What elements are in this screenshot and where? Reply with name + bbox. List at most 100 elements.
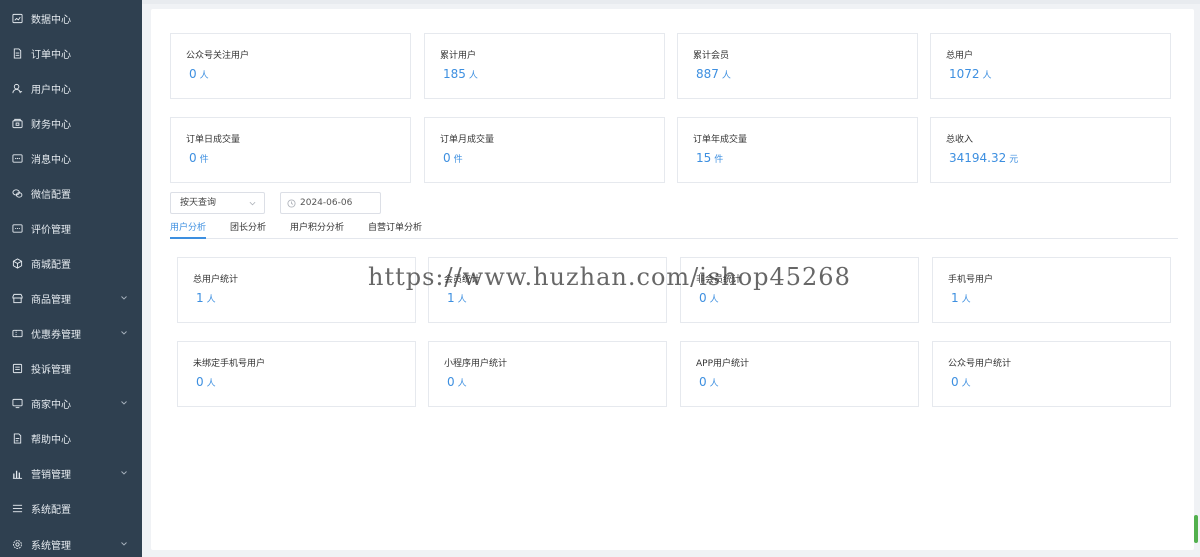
sidebar-item-label: 商品管理 [31,295,71,306]
stat-label: APP用户统计 [696,359,750,369]
sidebar-item-label: 财务中心 [31,120,71,131]
clock-icon [287,199,296,208]
stat-label: 公众号用户统计 [948,359,1012,369]
stat-value: 1人 [447,291,467,305]
sidebar-item-message-center[interactable]: 消息中心 [0,141,142,176]
stat-label: 订单月成交量 [440,135,495,145]
user-icon [12,83,23,94]
sidebar-item-finance-center[interactable]: 财务中心 [0,106,142,141]
sidebar-item-label: 投诉管理 [31,365,71,376]
date-value: 2024-06-06 [300,198,353,208]
top-strip [142,0,1200,4]
stat-card-total-user-stats: 总用户统计 1人 [177,257,416,323]
stat-value: 0人 [951,375,971,389]
wechat-icon [12,188,23,199]
stat-card-total-users-cumulative: 累计用户 185 人 [424,33,665,99]
complaint-icon [12,363,23,374]
tab-leader-analysis[interactable]: 团长分析 [230,220,266,239]
document-icon [12,48,23,59]
stat-value: 0人 [189,67,209,81]
help-doc-icon [12,433,23,444]
stat-label: 手机号用户 [948,275,994,285]
stat-label: 订单日成交量 [186,135,241,145]
stat-label: 非会员统计 [696,275,742,285]
sidebar-item-mall-config[interactable]: 商城配置 [0,246,142,281]
query-mode-select[interactable]: 按天查询 [170,192,265,214]
sidebar-item-system-manage[interactable]: 系统管理 [0,527,142,557]
sidebar-item-marketing-manage[interactable]: 营销管理 [0,456,142,491]
screen-icon [12,398,23,409]
sidebar-item-system-config[interactable]: 系统配置 [0,491,142,526]
sidebar-item-label: 优惠券管理 [31,330,81,341]
stat-value: 1人 [196,291,216,305]
stat-label: 小程序用户统计 [444,359,508,369]
sidebar-item-label: 微信配置 [31,190,71,201]
stat-value: 15 件 [696,151,724,165]
tab-self-order-analysis[interactable]: 自营订单分析 [368,220,422,239]
sidebar-item-order-center[interactable]: 订单中心 [0,36,142,71]
comment-icon [12,223,23,234]
sidebar-item-label: 系统配置 [31,505,71,516]
stat-card-non-member-stats: 非会员统计 0人 [680,257,919,323]
stat-card-miniapp-users: 小程序用户统计 0人 [428,341,667,407]
menu-lines-icon [12,503,23,514]
bar-chart-icon [12,468,23,479]
settings-icon [12,539,23,550]
stat-value: 0件 [443,151,463,165]
stat-value: 34194.32 元 [949,151,1019,165]
stat-label: 总用户 [946,51,974,61]
stat-label: 总收入 [946,135,974,145]
tab-points-analysis[interactable]: 用户积分分析 [290,220,344,239]
stat-card-yearly-orders: 订单年成交量 15 件 [677,117,918,183]
sidebar-item-label: 系统管理 [31,541,71,552]
sidebar-item-review-manage[interactable]: 评价管理 [0,211,142,246]
stat-value: 0件 [189,151,209,165]
monitor-chart-icon [12,13,23,24]
stat-label: 订单年成交量 [693,135,748,145]
stat-card-total-income: 总收入 34194.32 元 [930,117,1171,183]
sidebar-item-complaint-manage[interactable]: 投诉管理 [0,351,142,386]
sidebar-item-label: 用户中心 [31,85,71,96]
stat-value: 0人 [196,375,216,389]
scrollbar-thumb[interactable] [1194,515,1198,543]
date-picker[interactable]: 2024-06-06 [280,192,381,214]
stat-card-official-account-users: 公众号用户统计 0人 [932,341,1171,407]
sidebar-item-data-center[interactable]: 数据中心 [0,1,142,36]
query-mode-value: 按天查询 [180,198,217,208]
sidebar-item-user-center[interactable]: 用户中心 [0,71,142,106]
sidebar-item-label: 帮助中心 [31,435,71,446]
stat-value: 887 人 [696,67,731,81]
stat-label: 未绑定手机号用户 [193,359,266,369]
stat-label: 总用户统计 [193,275,239,285]
stat-card-member-stats: 会员统计 1人 [428,257,667,323]
stat-label: 会员统计 [444,275,481,285]
sidebar-item-coupon-manage[interactable]: 优惠券管理 [0,316,142,351]
sidebar-item-label: 消息中心 [31,155,71,166]
sidebar-item-help-center[interactable]: 帮助中心 [0,421,142,456]
stat-card-daily-orders: 订单日成交量 0件 [170,117,411,183]
stat-value: 0人 [699,291,719,305]
wallet-icon [12,118,23,129]
sidebar-item-label: 数据中心 [31,15,71,26]
stat-card-phone-users: 手机号用户 1人 [932,257,1171,323]
stat-card-unbound-phone-users: 未绑定手机号用户 0人 [177,341,416,407]
stat-card-monthly-orders: 订单月成交量 0件 [424,117,665,183]
sidebar-item-wechat-config[interactable]: 微信配置 [0,176,142,211]
chevron-down-icon [249,201,256,206]
sidebar-item-goods-manage[interactable]: 商品管理 [0,281,142,316]
stat-card-app-users: APP用户统计 0人 [680,341,919,407]
stat-card-total-users: 总用户 1072 人 [930,33,1171,99]
message-icon [12,153,23,164]
sidebar-item-merchant-center[interactable]: 商家中心 [0,386,142,421]
sidebar-item-label: 商城配置 [31,260,71,271]
stat-value: 0人 [699,375,719,389]
stat-value: 0人 [447,375,467,389]
chevron-down-icon [121,542,127,546]
stat-value: 1072 人 [949,67,992,81]
sidebar-item-label: 评价管理 [31,225,71,236]
tab-user-analysis[interactable]: 用户分析 [170,220,207,239]
coupon-icon [12,328,23,339]
chevron-down-icon [121,331,127,335]
stat-value: 185 人 [443,67,478,81]
sidebar-item-label: 商家中心 [31,400,71,411]
